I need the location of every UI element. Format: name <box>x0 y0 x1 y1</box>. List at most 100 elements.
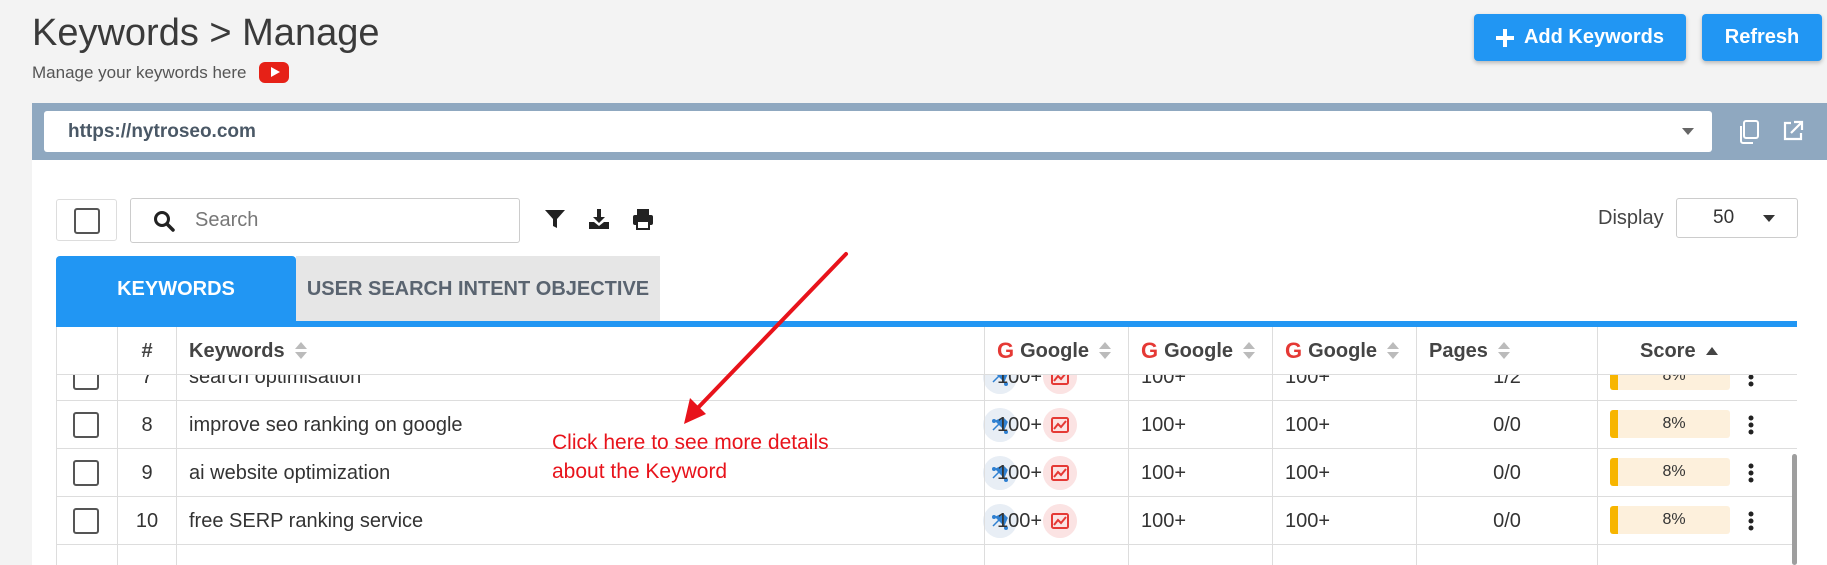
google-icon: G <box>997 338 1015 363</box>
row-index: 7 <box>117 375 176 401</box>
site-bar: https://nytroseo.com <box>32 103 1827 160</box>
more-options-icon[interactable] <box>1748 415 1754 435</box>
col-google-1[interactable]: G Google <box>984 327 1128 375</box>
annotation-line-2: about the Keyword <box>552 460 728 483</box>
row-checkbox[interactable] <box>73 412 99 438</box>
caret-down-icon <box>1763 215 1775 222</box>
row-keyword: improve seo ranking on google <box>189 413 463 436</box>
row-select-cell <box>56 401 117 449</box>
row-google-1 <box>984 545 1128 565</box>
score-badge: 8% <box>1610 410 1730 438</box>
tab-user-search-intent[interactable]: USER SEARCH INTENT OBJECTIVE <box>296 256 660 322</box>
table-row: 10 free SERP ranking service 100+ 100+ 1… <box>56 497 1797 545</box>
table-row: 9 ai website optimization 100+ 100+ 100+… <box>56 449 1797 497</box>
col-pages[interactable]: Pages <box>1416 327 1597 375</box>
search-box <box>130 198 520 243</box>
row-google-1: 100+ <box>984 375 1128 401</box>
display-count-select[interactable]: 50 <box>1676 198 1798 238</box>
col-index: # <box>117 327 176 375</box>
page-title: Keywords > Manage <box>32 12 380 54</box>
annotation-text: Click here to see more details about the… <box>552 428 829 486</box>
row-score-cell: 8% <box>1597 401 1797 449</box>
row-select-cell <box>56 497 117 545</box>
row-select-cell <box>56 375 117 401</box>
row-pages: 0/0 <box>1416 449 1597 497</box>
row-index-cell <box>117 545 176 565</box>
row-pages <box>1416 545 1597 565</box>
page-subtitle: Manage your keywords here <box>32 62 289 83</box>
score-badge: 8% <box>1610 506 1730 534</box>
row-google-1: 100+ <box>984 401 1128 449</box>
annotation-arrow <box>684 252 848 424</box>
more-options-icon[interactable] <box>1748 375 1754 387</box>
col-keywords[interactable]: Keywords <box>176 327 984 375</box>
row-checkbox[interactable] <box>73 375 99 390</box>
table-row <box>56 545 1797 565</box>
row-index: 10 <box>117 497 176 545</box>
col-pages-label: Pages <box>1429 339 1488 362</box>
row-select-cell <box>56 545 117 565</box>
row-google-2: 100+ <box>1128 449 1272 497</box>
search-icon <box>154 210 175 232</box>
row-score-cell: 8% <box>1597 449 1797 497</box>
filter-icon[interactable] <box>543 207 567 231</box>
row-checkbox[interactable] <box>73 508 99 534</box>
col-keywords-label: Keywords <box>189 339 285 362</box>
table-header: # Keywords G Google G Google G Google Pa… <box>56 327 1797 375</box>
score-badge: 8% <box>1610 375 1730 390</box>
sort-icon <box>1387 342 1400 360</box>
col-google-1-label: Google <box>1020 339 1090 362</box>
row-google-3: 100+ <box>1272 449 1416 497</box>
tab-keywords[interactable]: KEYWORDS <box>56 256 296 322</box>
more-options-icon[interactable] <box>1748 511 1754 531</box>
add-keywords-button[interactable]: Add Keywords <box>1474 14 1686 61</box>
table-row: 7 search optimisation 100+ 100+ 100+ 1/2… <box>56 375 1797 401</box>
download-icon[interactable] <box>587 207 611 231</box>
chevron-down-icon <box>1682 128 1694 135</box>
col-google-3[interactable]: G Google <box>1272 327 1416 375</box>
display-count-value: 50 <box>1713 207 1735 228</box>
col-score[interactable]: Score <box>1597 327 1797 375</box>
copy-icon[interactable] <box>1738 120 1760 144</box>
refresh-button[interactable]: Refresh <box>1702 14 1822 61</box>
plus-icon <box>1495 28 1514 47</box>
search-input[interactable] <box>195 209 515 232</box>
more-options-icon[interactable] <box>1748 463 1754 483</box>
row-pages: 0/0 <box>1416 401 1597 449</box>
sort-icon <box>1243 342 1256 360</box>
col-google-2-label: Google <box>1164 339 1234 362</box>
row-score-cell: 8% <box>1597 497 1797 545</box>
col-select <box>56 327 117 375</box>
row-index: 9 <box>117 449 176 497</box>
row-index: 8 <box>117 401 176 449</box>
table-body: 7 search optimisation 100+ 100+ 100+ 1/2… <box>56 375 1797 565</box>
row-score-cell: 8% <box>1597 375 1797 401</box>
row-select-cell <box>56 449 117 497</box>
checkbox-box <box>74 208 100 234</box>
sort-icon <box>1497 342 1510 360</box>
row-google-2: 100+ <box>1128 401 1272 449</box>
row-pages: 0/0 <box>1416 497 1597 545</box>
external-link-icon[interactable] <box>1782 120 1804 142</box>
page-subtitle-text: Manage your keywords here <box>32 62 247 82</box>
select-all-checkbox[interactable] <box>56 199 117 241</box>
row-keyword-cell <box>176 545 984 565</box>
row-google-3: 100+ <box>1272 401 1416 449</box>
print-icon[interactable] <box>631 207 655 231</box>
col-score-label: Score <box>1640 339 1696 362</box>
score-badge: 8% <box>1610 458 1730 486</box>
row-checkbox[interactable] <box>73 460 99 486</box>
row-google-1: 100+ <box>984 497 1128 545</box>
row-keyword-cell: free SERP ranking service <box>176 497 1077 545</box>
sort-ascending-icon <box>1705 347 1718 355</box>
row-google-3: 100+ <box>1272 375 1416 401</box>
row-keyword: search optimisation <box>189 375 362 388</box>
site-url-select[interactable]: https://nytroseo.com <box>44 111 1712 152</box>
table-scrollbar[interactable] <box>1792 454 1797 565</box>
youtube-icon[interactable] <box>258 62 289 83</box>
row-google-2 <box>1128 545 1272 565</box>
sort-icon <box>1099 342 1112 360</box>
row-score-cell <box>1597 545 1797 565</box>
col-google-2[interactable]: G Google <box>1128 327 1272 375</box>
row-google-1: 100+ <box>984 449 1128 497</box>
